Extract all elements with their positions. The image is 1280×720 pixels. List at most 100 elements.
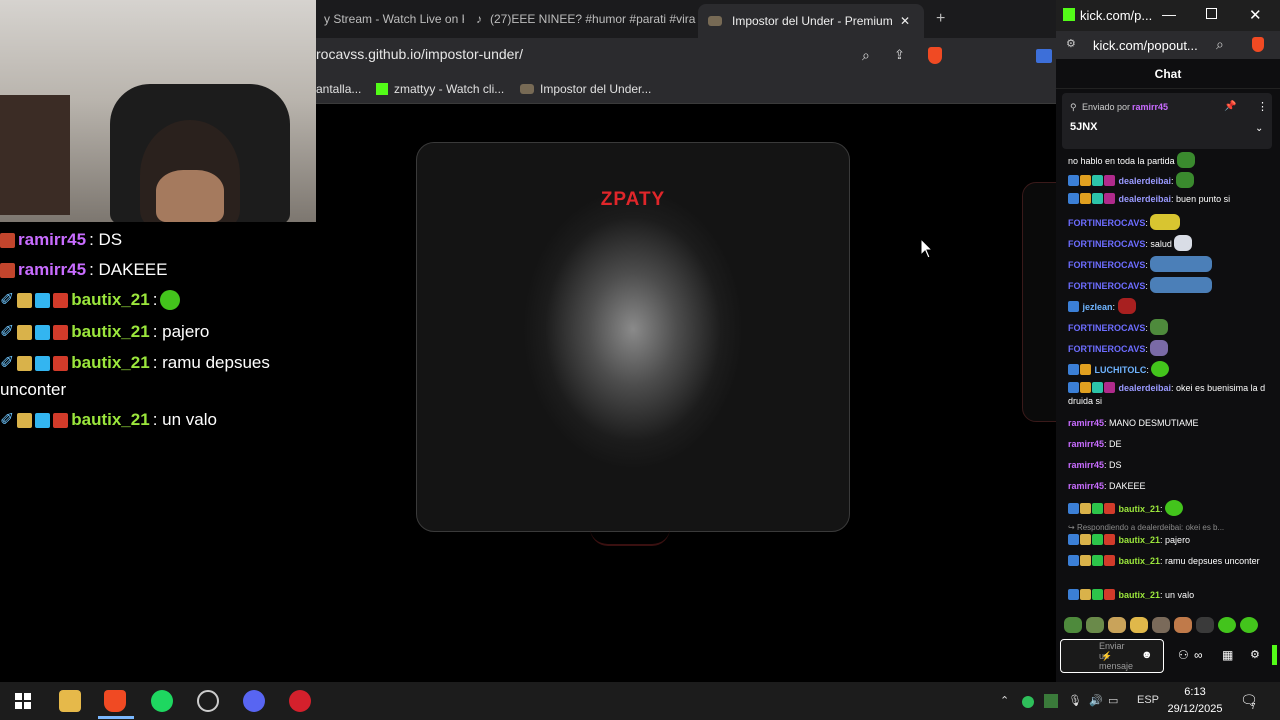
sword-icon: ✐: [0, 410, 15, 429]
translate-icon[interactable]: [1036, 49, 1052, 63]
emote-icon: [1117, 298, 1136, 314]
badge-icon: [53, 355, 69, 371]
sword-icon: ✐: [0, 290, 15, 309]
chat-input-row: Enviar un mensaje ⚡ ☻ ⚇ ∞ ▦ ⚙: [1060, 639, 1277, 675]
more-options-icon[interactable]: ⋮: [1257, 100, 1268, 113]
discord-icon[interactable]: [243, 690, 265, 712]
message-username[interactable]: FORTINEROCAVS: [1068, 218, 1145, 228]
message-username[interactable]: FORTINEROCAVS: [1068, 281, 1145, 291]
badge-icon: [1092, 175, 1103, 186]
brave-shield-icon[interactable]: [1252, 37, 1264, 52]
message-username[interactable]: dealerdeibai: [1119, 194, 1172, 204]
minimize-icon[interactable]: —: [1162, 6, 1176, 22]
windows-start-icon[interactable]: [12, 690, 34, 712]
close-window-icon[interactable]: ✕: [1249, 6, 1262, 24]
overlay-username: bautix_21: [71, 353, 150, 372]
status-dot-icon[interactable]: [1022, 696, 1034, 708]
message-text: : DE: [1104, 439, 1122, 449]
message-username[interactable]: ramirr45: [1068, 460, 1104, 470]
message-username[interactable]: FORTINEROCAVS: [1068, 344, 1145, 354]
tray-app-icon[interactable]: [1044, 694, 1058, 708]
emote-icon: [1150, 340, 1169, 356]
badge-icon: [1104, 555, 1115, 566]
emoji-icon[interactable]: ☻: [1141, 649, 1153, 661]
pin-toggle-icon[interactable]: 📌: [1224, 101, 1236, 112]
game-favicon-icon: [708, 16, 722, 26]
obs-icon[interactable]: [197, 690, 219, 712]
spotify-icon[interactable]: [151, 690, 173, 712]
users-icon[interactable]: ⚇: [1178, 648, 1189, 662]
message-username[interactable]: jezlean: [1083, 302, 1113, 312]
infinity-icon[interactable]: ∞: [1194, 648, 1203, 662]
close-tab-icon[interactable]: ✕: [900, 14, 910, 28]
message-username[interactable]: bautix_21: [1119, 535, 1161, 545]
emote-icon[interactable]: [1064, 617, 1082, 633]
badge-icon: [1080, 534, 1091, 545]
site-settings-icon[interactable]: ⚙: [1066, 37, 1076, 50]
send-indicator[interactable]: [1272, 645, 1277, 665]
language-indicator[interactable]: ESP: [1137, 694, 1159, 706]
chat-message: FORTINEROCAVS:: [1068, 277, 1274, 293]
message-username[interactable]: bautix_21: [1119, 590, 1161, 600]
store-icon[interactable]: ▦: [1222, 648, 1233, 662]
message-username[interactable]: dealerdeibai: [1119, 383, 1172, 393]
microphone-tray-icon[interactable]: 🎙: [1068, 694, 1082, 707]
clock-date[interactable]: 29/12/2025: [1160, 703, 1230, 715]
pinned-message[interactable]: ⚲ Enviado por ramirr45 5JNX 📌 ⋮ ⌄: [1062, 93, 1272, 149]
chevron-down-icon[interactable]: ⌄: [1255, 123, 1263, 134]
message-username[interactable]: bautix_21: [1119, 504, 1161, 514]
brave-browser-icon[interactable]: [104, 690, 126, 712]
message-username[interactable]: ramirr45: [1068, 481, 1104, 491]
emote-icon[interactable]: [1218, 617, 1236, 633]
overlay-text: : DS: [89, 230, 123, 249]
message-username[interactable]: dealerdeibai: [1119, 176, 1172, 186]
message-username[interactable]: LUCHITOLC: [1095, 365, 1147, 375]
emote-icon[interactable]: [1086, 617, 1104, 633]
zoom-icon[interactable]: ⌕: [862, 47, 870, 64]
network-icon[interactable]: ▭: [1108, 694, 1118, 707]
chevron-up-icon[interactable]: ⌃: [1000, 694, 1009, 707]
maximize-icon[interactable]: [1206, 8, 1217, 19]
message-username[interactable]: ramirr45: [1068, 418, 1104, 428]
tab-impostor[interactable]: Impostor del Under - Premium E ✕: [698, 4, 924, 38]
chat-input[interactable]: Enviar un mensaje ⚡ ☻: [1060, 639, 1164, 673]
volume-icon[interactable]: 🔊: [1089, 694, 1103, 707]
badge-icon: [17, 292, 33, 308]
emote-icon[interactable]: [1130, 617, 1148, 633]
pinned-sent-by: Enviado por: [1082, 102, 1131, 112]
bookmark-zmattyy[interactable]: zmattyy - Watch cli...: [376, 82, 504, 96]
message-text: :: [1145, 281, 1148, 291]
chat-message: ramirr45: DS: [1068, 459, 1274, 472]
message-username[interactable]: FORTINEROCAVS: [1068, 239, 1145, 249]
message-username[interactable]: FORTINEROCAVS: [1068, 323, 1145, 333]
reply-reference[interactable]: ↪ Respondiendo a dealerdeibai: okei es b…: [1068, 521, 1274, 534]
tab-kick-stream[interactable]: y Stream - Watch Live on K: [324, 6, 464, 32]
emote-picker-icon[interactable]: ⚡: [1101, 651, 1112, 662]
file-explorer-icon[interactable]: [59, 690, 81, 712]
brave-shield-icon[interactable]: [928, 47, 942, 64]
address-bar[interactable]: rocavss.github.io/impostor-under/: [316, 46, 523, 62]
tab-title: (27)EEE NINEE? #humor #parati #vira: [490, 12, 696, 26]
game-card[interactable]: ZPATY: [416, 142, 850, 532]
message-username[interactable]: FORTINEROCAVS: [1068, 260, 1145, 270]
message-username[interactable]: ramirr45: [1068, 439, 1104, 449]
bookmark-pantalla[interactable]: antalla...: [316, 82, 361, 96]
emote-icon[interactable]: [1108, 617, 1126, 633]
badge-icon: [17, 324, 33, 340]
emote-icon[interactable]: [1196, 617, 1214, 633]
badge-icon: [35, 324, 51, 340]
clock-time[interactable]: 6:13: [1170, 686, 1220, 698]
riot-client-icon[interactable]: [289, 690, 311, 712]
new-tab-button[interactable]: +: [936, 6, 956, 32]
bookmark-label: zmattyy - Watch cli...: [394, 82, 505, 96]
settings-gear-icon[interactable]: ⚙: [1250, 648, 1260, 661]
bookmark-impostor[interactable]: Impostor del Under...: [520, 82, 651, 96]
emote-icon[interactable]: [1174, 617, 1192, 633]
emote-icon[interactable]: [1152, 617, 1170, 633]
zoom-icon[interactable]: ⌕: [1216, 36, 1224, 53]
emote-icon[interactable]: [1240, 617, 1258, 633]
kick-address-bar[interactable]: ⚙ kick.com/popout... ⌕: [1056, 31, 1280, 59]
message-username[interactable]: bautix_21: [1119, 556, 1161, 566]
share-icon[interactable]: ⇪: [894, 47, 905, 63]
tab-tiktok[interactable]: ♪ (27)EEE NINEE? #humor #parati #vira: [476, 6, 696, 32]
